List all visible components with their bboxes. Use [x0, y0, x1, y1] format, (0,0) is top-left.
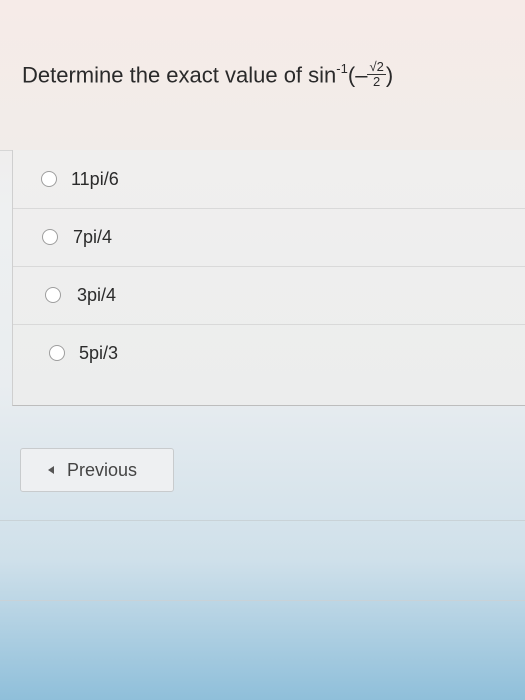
option-label: 11pi/6 — [71, 169, 119, 189]
option-row[interactable]: 3pi/4 — [13, 266, 525, 325]
option-row[interactable]: 5pi/3 — [13, 324, 525, 382]
radio-button[interactable] — [49, 345, 65, 361]
previous-button[interactable]: Previous — [20, 448, 174, 492]
radio-button[interactable] — [41, 171, 57, 187]
chevron-left-icon — [48, 466, 54, 474]
option-label: 3pi/4 — [77, 285, 117, 305]
question-text: Determine the exact value of sin-1(– √2 2) — [22, 59, 394, 91]
option-label: 5pi/3 — [79, 343, 119, 363]
fraction-denominator: 2 — [373, 74, 381, 89]
question-prefix: Determine the exact value of — [22, 62, 303, 88]
answer-options: 11pi/6 7pi/4 3pi/4 5pi/3 — [12, 150, 525, 406]
question-panel: Determine the exact value of sin-1(– √2 2) — [0, 0, 525, 151]
option-row[interactable]: 11pi/6 — [13, 150, 525, 209]
math-function: sin — [308, 62, 337, 88]
math-exponent: -1 — [336, 61, 348, 77]
divider — [0, 520, 525, 521]
divider — [0, 600, 525, 601]
option-row[interactable]: 7pi/4 — [13, 208, 525, 267]
radio-button[interactable] — [42, 229, 58, 245]
previous-label: Previous — [67, 460, 138, 480]
navigation-bar: Previous — [0, 440, 525, 500]
radio-button[interactable] — [45, 287, 61, 303]
math-close-paren: ) — [385, 62, 394, 88]
math-minus: – — [355, 62, 368, 88]
fraction-numerator: √2 — [367, 59, 386, 75]
math-expression: sin-1(– √2 2) — [308, 59, 394, 91]
math-fraction: √2 2 — [367, 59, 386, 89]
option-label: 7pi/4 — [73, 227, 113, 247]
